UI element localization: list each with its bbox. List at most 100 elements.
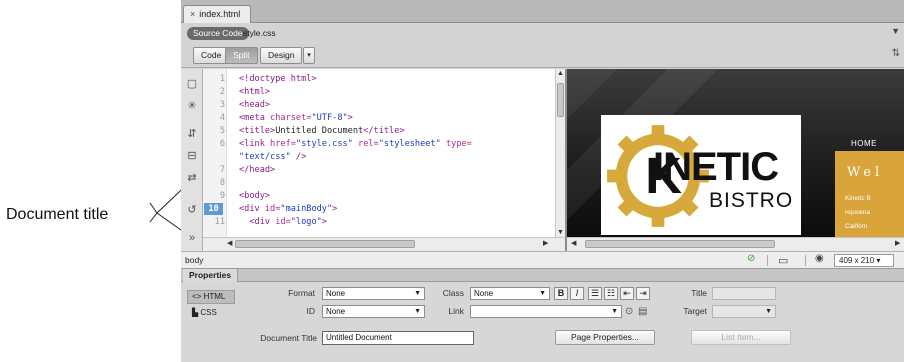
code-line[interactable]: 11 <div id="logo"> — [203, 216, 553, 228]
code-text: "text/css" /> — [239, 151, 306, 163]
code-line[interactable]: 10 <div id="mainBody"> — [203, 203, 553, 215]
code-line[interactable]: 8 — [203, 177, 553, 189]
coding-toolbar: ▢ ✳ ⇵ ⊟ ⇄ ↺ » — [181, 69, 203, 251]
code-line[interactable]: 6 <link href="style.css" rel="stylesheet"… — [203, 138, 553, 150]
chevron-down-icon: ▼ — [539, 290, 546, 297]
code-token: "UTF-8" — [311, 113, 348, 123]
collapse-tag-icon[interactable]: ⇵ — [185, 127, 199, 141]
unordered-list-icon[interactable]: ☰ — [588, 287, 602, 300]
properties-panel: <> HTML ▙ CSS Format None ▼ ID None ▼ Clas… — [181, 283, 904, 362]
tab-index-html[interactable]: × index.html — [183, 5, 252, 23]
view-mode-dropdown[interactable]: ▾ — [303, 47, 315, 64]
list-item-button[interactable]: List Item... — [691, 330, 791, 345]
code-line[interactable]: 1 <!doctype html> — [203, 73, 553, 85]
tag-selector[interactable]: body — [185, 253, 203, 267]
title-label: Title — [691, 288, 707, 298]
open-document-icon[interactable]: ▢ — [185, 77, 199, 91]
indent-icon[interactable]: ⇥ — [636, 287, 650, 300]
code-view-button[interactable]: Code — [193, 47, 230, 64]
class-select[interactable]: None ▼ — [470, 287, 550, 300]
id-select[interactable]: None ▼ — [322, 305, 425, 318]
code-line[interactable]: 2 <html> — [203, 86, 553, 98]
select-parent-icon[interactable]: ⊟ — [185, 149, 199, 163]
scroll-left-icon[interactable]: ◀ — [571, 239, 576, 247]
scroll-thumb[interactable] — [557, 83, 564, 117]
expand-collapse-icon[interactable]: ✳ — [185, 99, 199, 113]
scroll-right-icon[interactable]: ▶ — [543, 239, 548, 247]
page-properties-button[interactable]: Page Properties... — [555, 330, 655, 345]
design-view-button[interactable]: Design — [260, 47, 303, 64]
welcome-panel: Wel Kinetic B rejuvena Californ — [835, 151, 904, 237]
css-mode-button[interactable]: ▙ CSS — [187, 306, 235, 320]
funnel-icon[interactable]: ▼ — [891, 26, 900, 36]
line-number: 2 — [219, 87, 225, 97]
tab-label: index.html — [199, 9, 241, 19]
code-line[interactable]: "text/css" /> — [203, 151, 553, 163]
line-number: 7 — [219, 165, 225, 175]
window-size-selector[interactable]: 409 x 210 ▾ — [834, 254, 894, 267]
tab-properties[interactable]: Properties — [183, 269, 239, 282]
code-line[interactable]: 3 <head> — [203, 99, 553, 111]
code-text: <div id="logo"> — [239, 216, 327, 228]
title-input[interactable] — [712, 287, 776, 300]
html-mode-button[interactable]: <> HTML — [187, 290, 235, 304]
code-view-pane[interactable]: 1 <!doctype html> 2 <html> 3 <head> 4 <meta cha… — [203, 69, 565, 251]
scroll-right-icon[interactable]: ▶ — [895, 239, 900, 247]
code-text: <title>Untitled Document</title> — [239, 125, 405, 137]
document-title-input[interactable]: Untitled Document — [322, 331, 474, 345]
split-view-button[interactable]: Split — [225, 47, 258, 64]
link-input[interactable]: ▼ — [470, 305, 622, 318]
wrap-tag-icon[interactable]: ↺ — [185, 203, 199, 217]
code-token: <div — [239, 217, 276, 227]
code-token: <link — [239, 139, 271, 149]
scroll-thumb[interactable] — [235, 240, 415, 248]
target-select[interactable]: ▼ — [712, 305, 776, 318]
point-to-file-icon[interactable]: ⊙ — [625, 306, 633, 318]
live-horizontal-scrollbar[interactable]: ◀ ▶ — [567, 237, 904, 251]
format-value: None — [326, 289, 346, 298]
format-select[interactable]: None ▼ — [322, 287, 425, 300]
bold-button[interactable]: B — [554, 287, 568, 300]
italic-button[interactable]: I — [570, 287, 584, 300]
document-toolbar: Code Split Design ▾ ⇅ — [181, 43, 904, 68]
code-vertical-scrollbar[interactable]: ▲ ▼ — [555, 69, 565, 237]
code-text: <meta charset="UTF-8"> — [239, 112, 353, 124]
close-tab-icon[interactable]: × — [190, 9, 195, 19]
id-label: ID — [306, 306, 316, 316]
code-horizontal-scrollbar[interactable]: ◀ ▶ — [203, 237, 565, 251]
code-line[interactable]: 4 <meta charset="UTF-8"> — [203, 112, 553, 124]
line-number: 1 — [219, 74, 225, 84]
code-token: > — [321, 217, 327, 227]
no-errors-icon[interactable]: ⊘ — [747, 253, 755, 264]
code-token: > — [332, 204, 338, 214]
code-token: > — [347, 113, 353, 123]
scroll-up-icon[interactable]: ▲ — [557, 70, 564, 77]
logo-wordmark: INETIC — [653, 145, 779, 189]
code-line[interactable]: 5 <title>Untitled Document</title> — [203, 125, 553, 137]
code-token: <head> — [239, 100, 271, 110]
outdent-icon[interactable]: ⇤ — [620, 287, 634, 300]
nav-home-link[interactable]: HOME — [851, 139, 877, 148]
chevron-down-icon: ▼ — [414, 290, 421, 297]
kinetic-bistro-logo[interactable]: K INETIC BISTRO — [601, 115, 801, 235]
source-code-button[interactable]: Source Code — [187, 27, 249, 40]
preview-in-browser-icon[interactable]: ◉ — [815, 253, 824, 264]
balance-braces-icon[interactable]: ⇄ — [185, 171, 199, 185]
scroll-left-icon[interactable]: ◀ — [227, 239, 232, 247]
code-line[interactable]: 7 </head> — [203, 164, 553, 176]
live-view-pane[interactable]: K INETIC BISTRO HOME Wel Kinetic B rejuv… — [567, 69, 904, 251]
code-text: <html> — [239, 86, 270, 98]
device-preview-icon[interactable]: ▭ — [778, 254, 788, 267]
ordered-list-icon[interactable]: ☷ — [604, 287, 618, 300]
line-number: 9 — [219, 191, 225, 201]
browse-folder-icon[interactable]: ▤ — [638, 306, 647, 318]
scroll-down-icon[interactable]: ▼ — [557, 229, 564, 236]
welcome-heading: Wel — [847, 165, 884, 180]
code-token: "style.css" — [295, 139, 353, 149]
related-file-style-css[interactable]: style.css — [243, 27, 276, 40]
upload-download-arrows-icon[interactable]: ⇅ — [892, 48, 900, 59]
scroll-thumb[interactable] — [585, 240, 775, 248]
status-bar: body ⊘ ▭ ◉ 409 x 210 ▾ — [181, 251, 904, 268]
code-line[interactable]: 9 <body> — [203, 190, 553, 202]
more-icon[interactable]: » — [185, 231, 199, 245]
